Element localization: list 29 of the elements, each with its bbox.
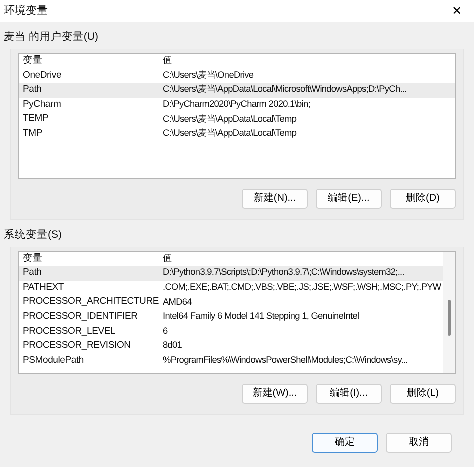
dialog-button[interactable]: 删除(L) [390,384,456,404]
list-row[interactable]: PATHEXT .COM;.EXE;.BAT;.CMD;.VBS;.VBE;.JS;.JSE;.WSF;.WSH;.MSC;.PY;.PYW [19,280,443,296]
dialog-button[interactable]: 编辑(E)... [316,188,382,209]
list-row[interactable]: PyCharm D:\PyCharm2020\PyCharm 2020.1\bin; [19,98,455,112]
ok-button[interactable]: 确定 [312,432,378,452]
column-header[interactable]: 值 [163,54,172,68]
cancel-button[interactable]: 取消 [386,432,452,452]
list-row[interactable]: PSModulePath %ProgramFiles%\WindowsPowerShell\Modules;C:\Windows\sy... [19,354,443,368]
list-row[interactable]: OneDrive C:\Users\麦当\OneDrive [19,68,455,83]
column-header[interactable]: 值 [163,252,172,266]
list-row[interactable]: PROCESSOR_ARCHITECTURE AMD64 [19,295,443,310]
list-row[interactable]: TMP C:\Users\麦当\AppData\Local\Temp [19,126,455,142]
dialog-button[interactable]: 新建(W)... [242,384,308,404]
list-row[interactable]: Path D:\Python3.9.7\Scripts\;D:\Python3.9.7\;C:\Windows\system32;... [19,266,443,281]
dialog-button[interactable]: 删除(D) [390,188,456,209]
dialog-button[interactable]: 新建(N)... [242,188,308,209]
column-header[interactable]: 变量 [23,54,163,68]
column-header[interactable]: 变量 [23,252,163,266]
list-row[interactable]: TEMP C:\Users\麦当\AppData\Local\Temp [19,112,455,127]
window-title: 环境变量 [4,4,48,19]
dialog-button[interactable]: 编辑(I)... [316,384,382,404]
scrollbar[interactable] [443,252,455,372]
list-row[interactable]: Path C:\Users\麦当\AppData\Local\Microsoft\WindowsApps;D:\PyCh... [19,82,455,98]
list-row[interactable]: PROCESSOR_REVISION 8d01 [19,339,443,354]
list-row[interactable]: PROCESSOR_LEVEL 6 [19,324,443,340]
list-row[interactable]: PROCESSOR_IDENTIFIER Intel64 Family 6 Model 141 Stepping 1, GenuineIntel [19,310,443,324]
group-label: 系统变量(S) [4,228,62,243]
close-button[interactable]: ✕ [448,5,466,17]
group-label: 麦当 的用户变量(U) [4,30,98,45]
